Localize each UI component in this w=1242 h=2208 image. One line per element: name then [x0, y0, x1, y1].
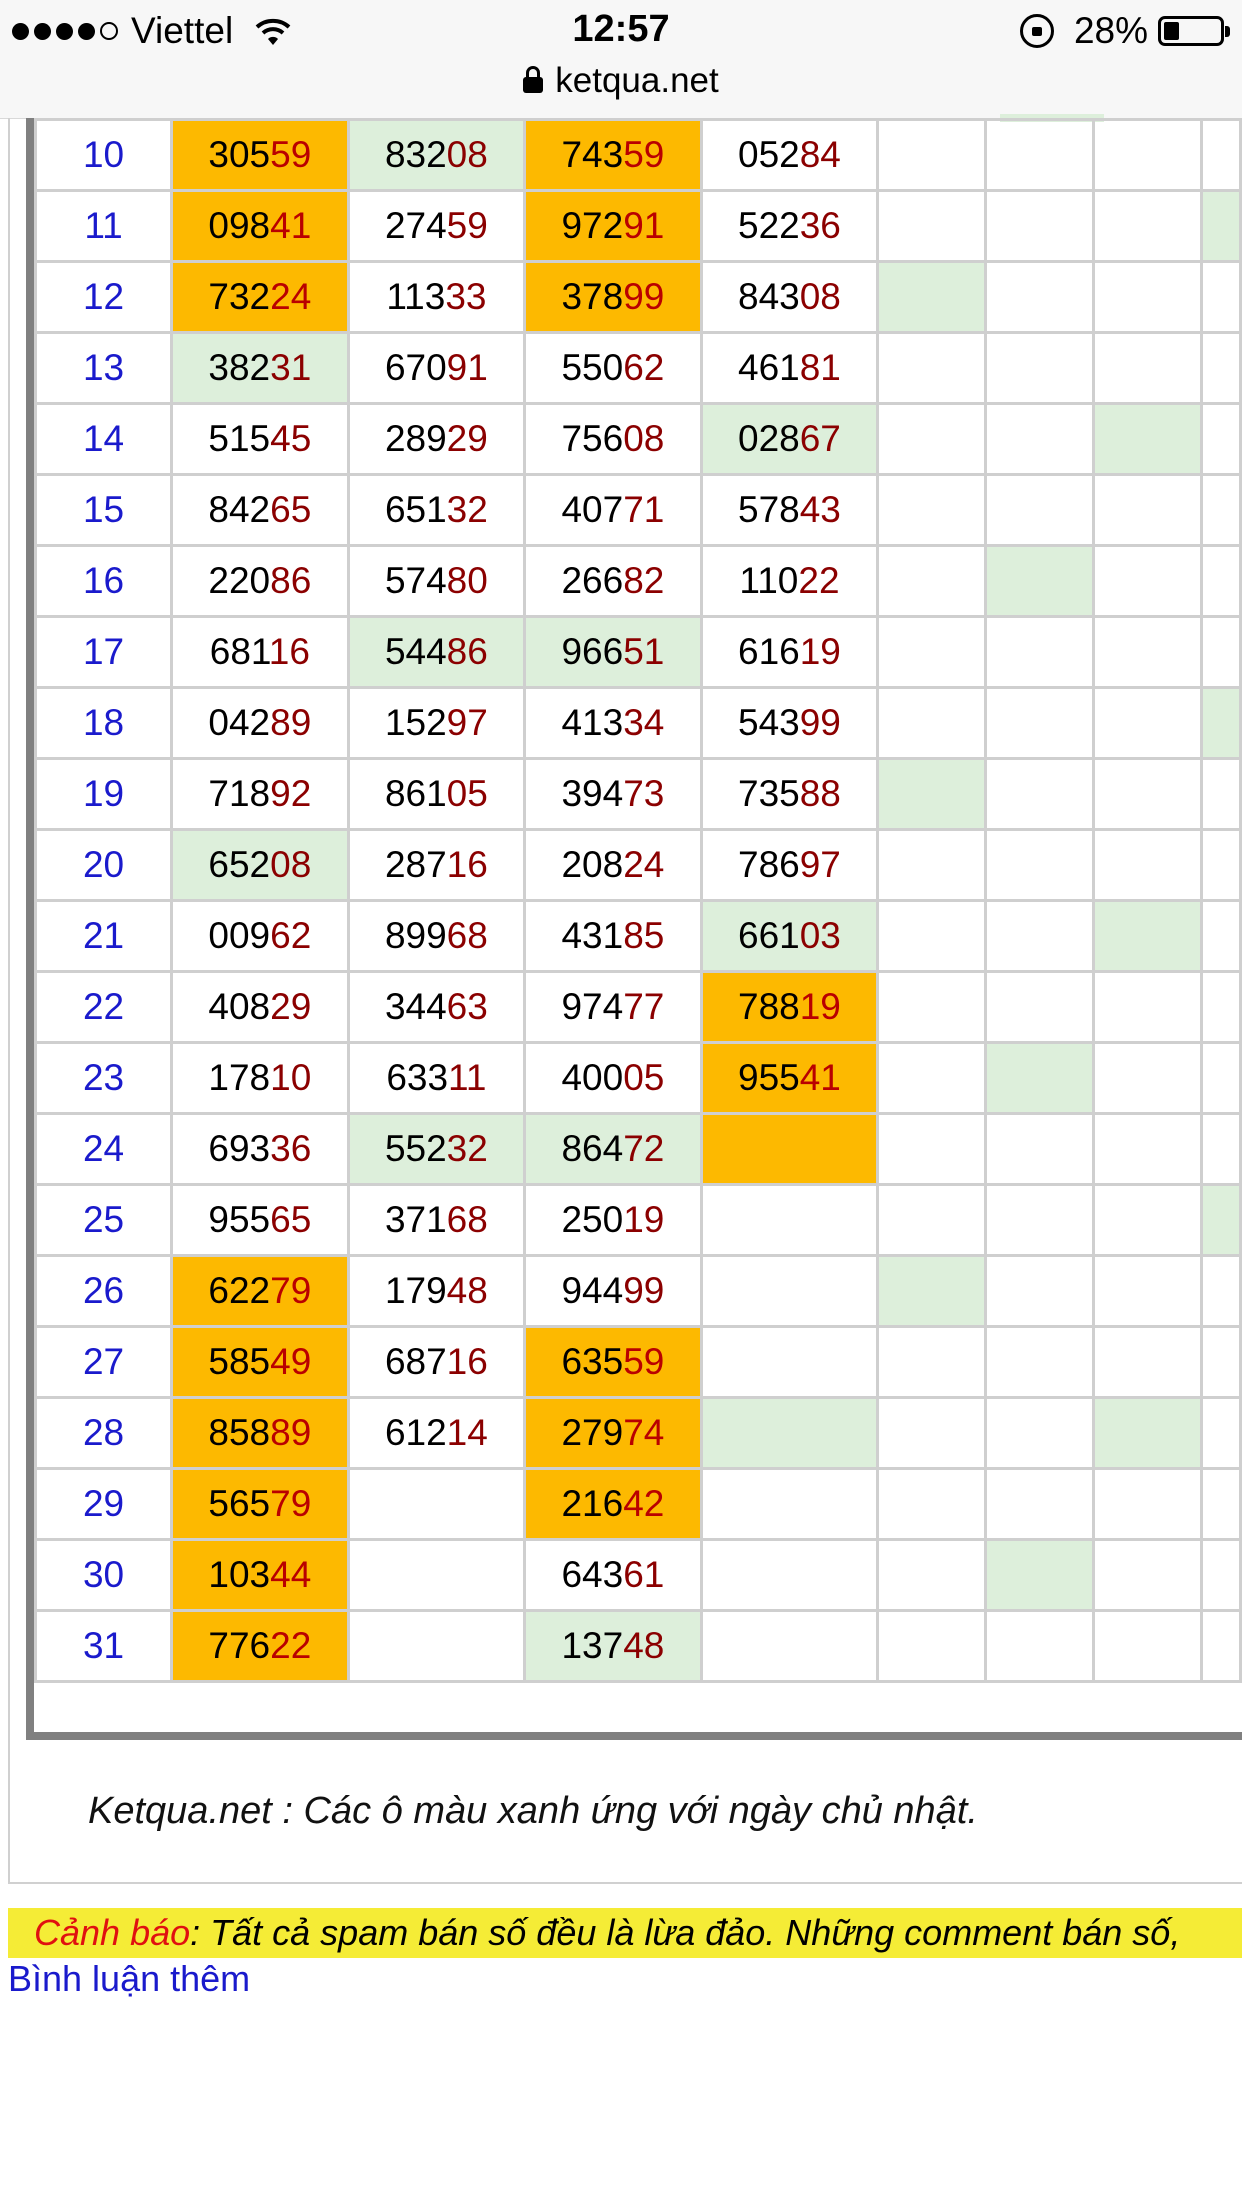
- table-frame: [26, 118, 1242, 1740]
- status-bar: Viettel 12:57 28% ketqua.net: [0, 0, 1242, 119]
- status-right: 28%: [1019, 10, 1230, 52]
- warning-label: Cảnh báo: [34, 1912, 191, 1953]
- url-bar[interactable]: ketqua.net: [0, 58, 1242, 104]
- warning-text: : Tất cả spam bán số đều là lừa đảo. Nhữ…: [190, 1912, 1181, 1953]
- spam-warning: Cảnh báo: Tất cả spam bán số đều là lừa …: [8, 1908, 1242, 1958]
- more-comments-link[interactable]: Bình luận thêm: [8, 1958, 250, 2000]
- lock-icon: [523, 66, 544, 93]
- battery-icon: [1158, 16, 1230, 46]
- battery-percent: 28%: [1073, 10, 1148, 51]
- url-text: ketqua.net: [555, 61, 719, 100]
- rotation-lock-icon: [1019, 14, 1054, 48]
- battery-fill: [1164, 22, 1180, 40]
- legend-note: Ketqua.net : Các ô màu xanh ứng với ngày…: [88, 1790, 978, 1832]
